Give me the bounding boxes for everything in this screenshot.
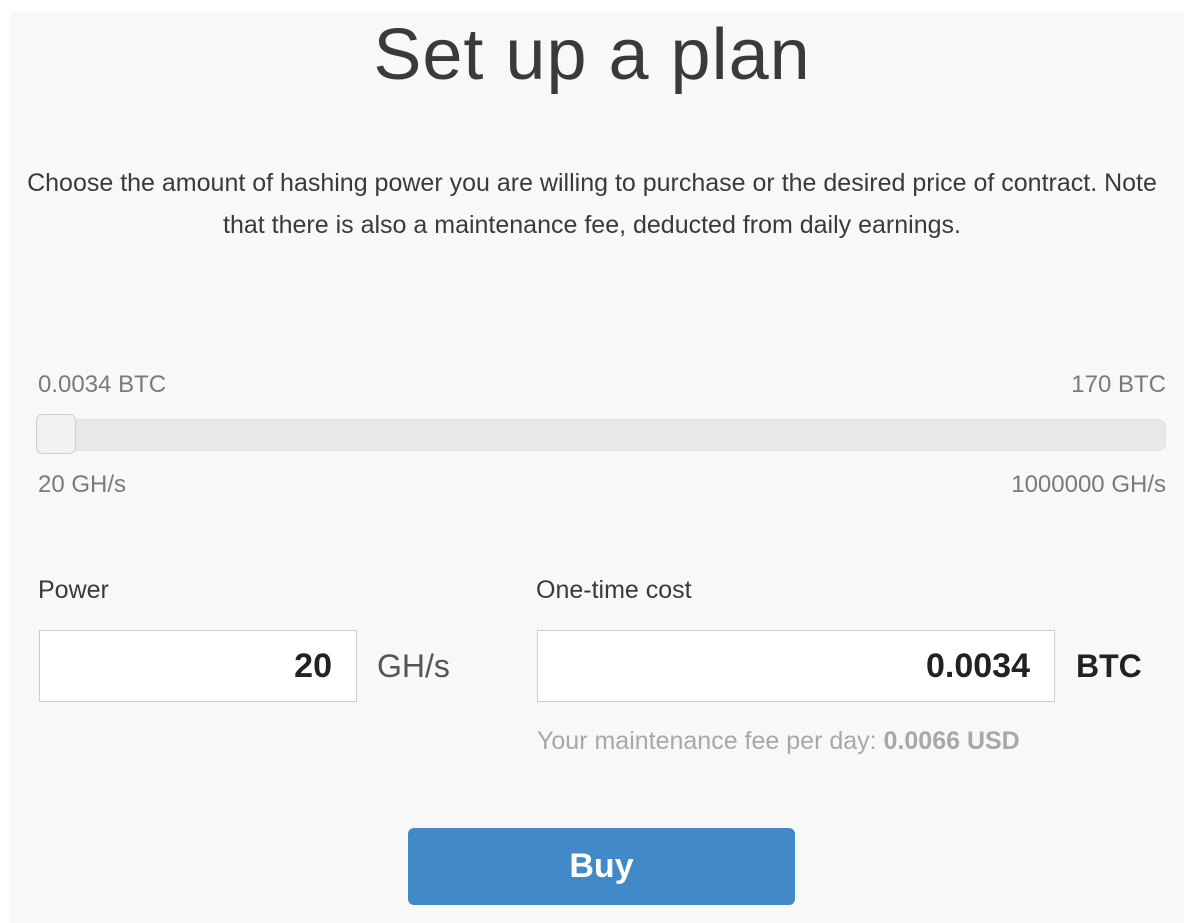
slider-power-max-label: 1000000 GH/s: [1011, 471, 1166, 498]
plan-description: Choose the amount of hashing power you a…: [27, 169, 1157, 239]
maintenance-fee-line: Your maintenance fee per day: 0.0066 USD: [537, 725, 1020, 757]
buy-button[interactable]: Buy: [408, 828, 795, 905]
cost-input[interactable]: [537, 630, 1055, 702]
slider-price-min-label: 0.0034 BTC: [38, 371, 167, 398]
hashing-power-slider-track[interactable]: [36, 419, 1166, 451]
slider-power-min-label: 20 GH/s: [38, 471, 127, 498]
page-title: Set up a plan: [373, 15, 811, 95]
plan-panel: [10, 12, 1184, 923]
power-input[interactable]: [39, 630, 357, 702]
maintenance-fee-value: 0.0066 USD: [883, 727, 1020, 755]
slider-price-max-label: 170 BTC: [1071, 371, 1166, 398]
cost-unit: BTC: [1076, 648, 1142, 684]
maintenance-fee-label: Your maintenance fee per day:: [537, 727, 877, 755]
power-unit: GH/s: [377, 648, 450, 684]
hashing-power-slider-handle[interactable]: [36, 414, 76, 454]
power-label: Power: [38, 576, 109, 604]
cost-label: One-time cost: [536, 576, 692, 604]
